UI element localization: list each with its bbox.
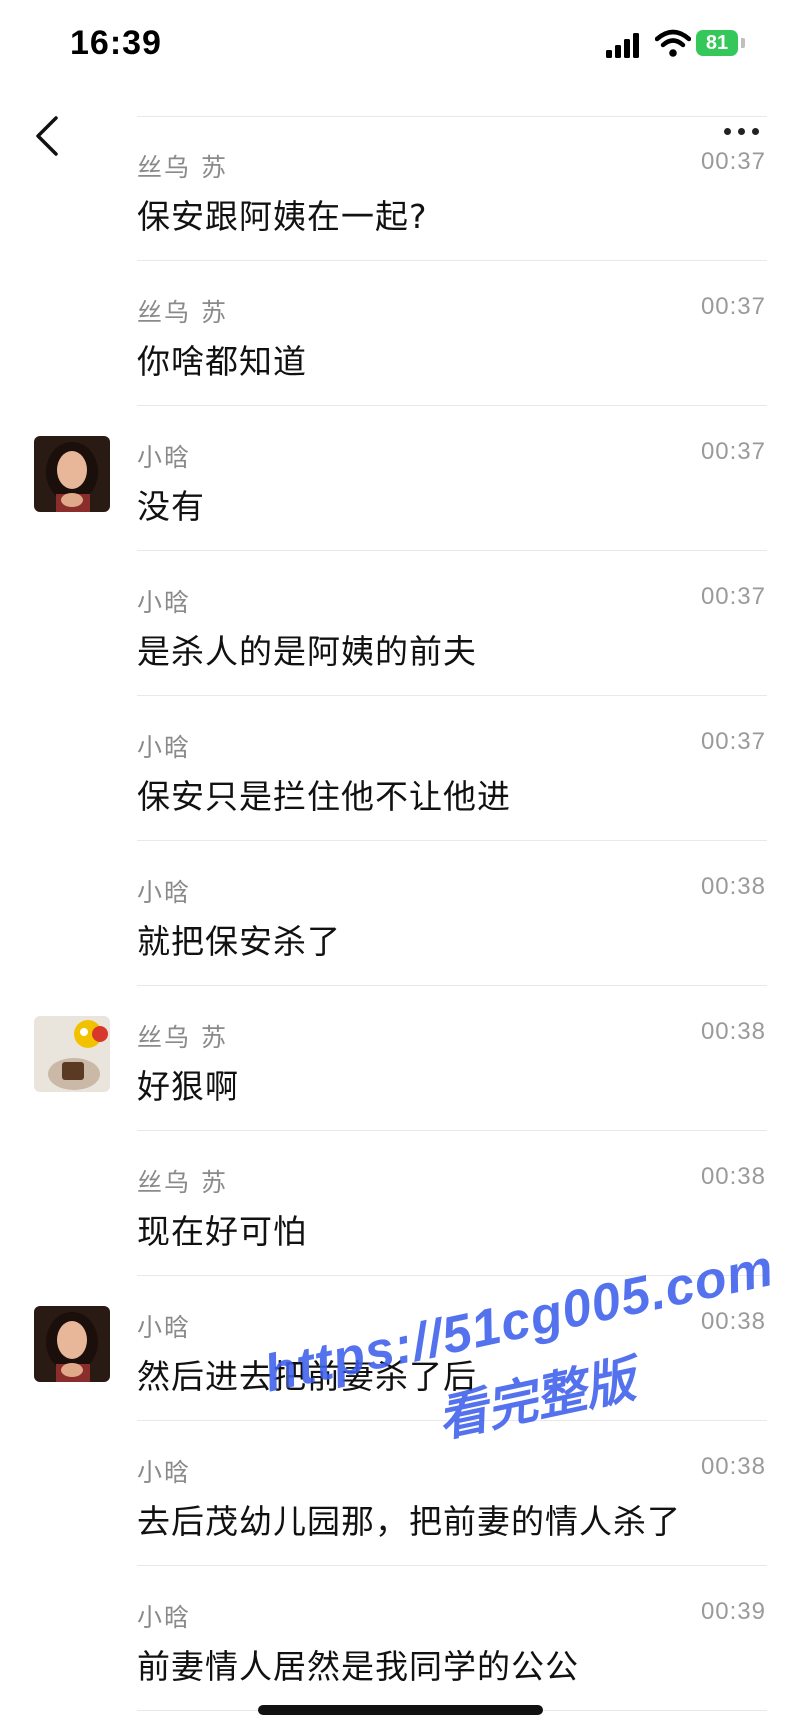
message-text: 保安只是拦住他不让他进 xyxy=(137,777,511,816)
message-sender: 小晗 xyxy=(137,588,192,617)
message-text: 好狠啊 xyxy=(137,1067,239,1106)
status-time: 16:39 xyxy=(70,24,162,62)
status-bar: 16:39 81 xyxy=(0,0,800,90)
message-time: 00:39 xyxy=(700,1598,766,1625)
list-item[interactable]: 丝乌 苏 00:37 保安跟阿姨在一起? xyxy=(0,116,800,261)
message-sender: 丝乌 苏 xyxy=(137,1023,228,1052)
message-text: 前妻情人居然是我同学的公公 xyxy=(137,1647,579,1686)
message-text: 就把保安杀了 xyxy=(137,922,341,961)
message-text: 去后茂幼儿园那，把前妻的情人杀了 xyxy=(137,1502,681,1541)
list-item[interactable]: 小晗 00:38 去后茂幼儿园那，把前妻的情人杀了 xyxy=(0,1421,800,1566)
message-text: 现在好可怕 xyxy=(137,1212,307,1251)
message-time: 00:38 xyxy=(700,873,766,900)
message-text: 没有 xyxy=(137,487,205,526)
message-sender: 小晗 xyxy=(137,1603,192,1632)
message-text: 然后进去把前妻杀了后 xyxy=(137,1357,477,1396)
message-sender: 小晗 xyxy=(137,443,192,472)
message-sender: 小晗 xyxy=(137,878,192,907)
message-time: 00:37 xyxy=(700,293,766,320)
message-sender: 丝乌 苏 xyxy=(137,1168,228,1197)
message-sender: 小晗 xyxy=(137,733,192,762)
avatar[interactable] xyxy=(34,436,110,512)
message-time: 00:37 xyxy=(700,728,766,755)
list-item[interactable]: 丝乌 苏 00:38 好狠啊 xyxy=(0,986,800,1131)
list-item[interactable]: 小晗 00:38 然后进去把前妻杀了后 xyxy=(0,1276,800,1421)
message-sender: 丝乌 苏 xyxy=(137,153,228,182)
message-time: 00:38 xyxy=(700,1018,766,1045)
list-item[interactable]: 小晗 00:39 前妻情人居然是我同学的公公 xyxy=(0,1566,800,1711)
message-text: 保安跟阿姨在一起? xyxy=(137,197,428,236)
message-time: 00:37 xyxy=(700,583,766,610)
message-text: 是杀人的是阿姨的前夫 xyxy=(137,632,477,671)
list-item[interactable]: 小晗 00:38 就把保安杀了 xyxy=(0,841,800,986)
message-time: 00:38 xyxy=(700,1453,766,1480)
message-sender: 小晗 xyxy=(137,1458,192,1487)
signal-icon xyxy=(606,32,642,58)
message-sender: 丝乌 苏 xyxy=(137,298,228,327)
list-item[interactable]: 小晗 00:37 是杀人的是阿姨的前夫 xyxy=(0,551,800,696)
message-time: 00:38 xyxy=(700,1308,766,1335)
message-text: 你啥都知道 xyxy=(137,342,307,381)
avatar[interactable] xyxy=(34,1306,110,1382)
battery-level: 81 xyxy=(705,32,729,54)
battery-indicator: 81 xyxy=(696,30,738,56)
list-item[interactable]: 小晗 00:37 没有 xyxy=(0,406,800,551)
list-item[interactable]: 小晗 00:37 保安只是拦住他不让他进 xyxy=(0,696,800,841)
home-indicator xyxy=(258,1705,543,1715)
message-time: 00:37 xyxy=(700,148,766,175)
wifi-icon xyxy=(655,29,691,57)
battery-cap xyxy=(741,38,745,48)
message-time: 00:37 xyxy=(700,438,766,465)
message-time: 00:38 xyxy=(700,1163,766,1190)
avatar[interactable] xyxy=(34,1016,110,1092)
message-sender: 小晗 xyxy=(137,1313,192,1342)
list-item[interactable]: 丝乌 苏 00:38 现在好可怕 xyxy=(0,1131,800,1276)
list-item[interactable]: 丝乌 苏 00:37 你啥都知道 xyxy=(0,261,800,406)
